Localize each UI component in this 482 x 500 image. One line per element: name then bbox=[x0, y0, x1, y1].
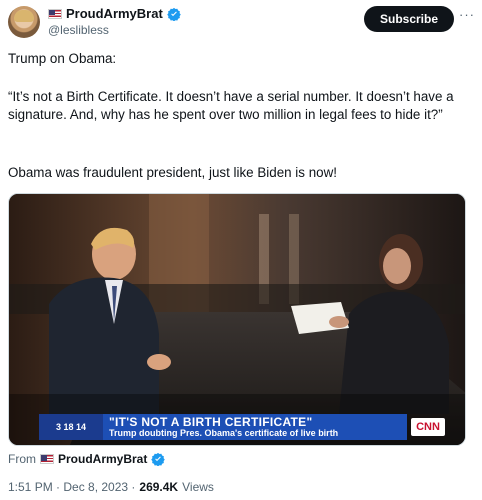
timestamp[interactable]: 1:51 PM · Dec 8, 2023 · bbox=[8, 480, 135, 494]
author-display-name[interactable]: ProudArmyBrat bbox=[66, 6, 163, 21]
author-name-row[interactable]: ProudArmyBrat bbox=[48, 6, 181, 21]
views-label: Views bbox=[182, 480, 214, 494]
source-author-name[interactable]: ProudArmyBrat bbox=[58, 452, 147, 466]
banner-headline: "IT'S NOT A BIRTH CERTIFICATE" bbox=[109, 415, 313, 429]
subscribe-button[interactable]: Subscribe bbox=[364, 6, 454, 32]
more-options-icon[interactable]: ··· bbox=[458, 8, 476, 26]
us-flag-icon bbox=[48, 8, 62, 19]
video-thumbnail[interactable]: 3 18 14 "IT'S NOT A BIRTH CERTIFICATE" T… bbox=[8, 193, 466, 446]
avatar[interactable] bbox=[8, 6, 40, 38]
views-count: 269.4K bbox=[139, 480, 179, 494]
tweet-quote: “It’s not a Birth Certificate. It doesn’… bbox=[8, 89, 454, 122]
from-label: From bbox=[8, 452, 36, 466]
interview-scene-image bbox=[9, 194, 465, 445]
tweet-line-comment: Obama was fraudulent president, just lik… bbox=[8, 165, 337, 180]
verified-badge-icon bbox=[151, 452, 166, 466]
verified-badge-icon bbox=[167, 7, 181, 21]
broadcast-time: 3 18 14 bbox=[39, 414, 103, 440]
us-flag-icon bbox=[40, 454, 54, 464]
banner-subline: Trump doubting Pres. Obama's certificate… bbox=[109, 428, 339, 438]
tweet-meta: 1:51 PM · Dec 8, 2023 · 269.4K Views bbox=[8, 480, 214, 494]
tweet-header: ProudArmyBrat @leslibless Subscribe ··· bbox=[8, 4, 474, 40]
headline-banner: "IT'S NOT A BIRTH CERTIFICATE" Trump dou… bbox=[103, 414, 407, 440]
cnn-logo: CNN bbox=[411, 418, 445, 436]
author-handle[interactable]: @leslibless bbox=[48, 23, 109, 37]
tweet-line-intro: Trump on Obama: bbox=[8, 51, 117, 66]
media-source-row: From ProudArmyBrat bbox=[8, 452, 166, 466]
news-lower-third: 3 18 14 "IT'S NOT A BIRTH CERTIFICATE" T… bbox=[39, 414, 445, 440]
